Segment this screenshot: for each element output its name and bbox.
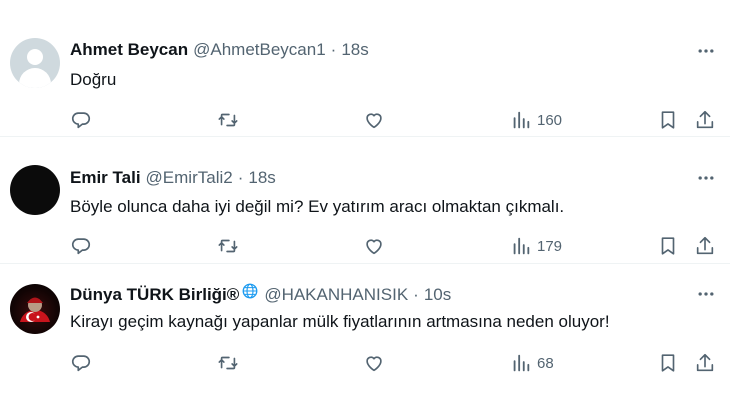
timestamp[interactable]: 18s <box>341 40 368 60</box>
retweet-icon <box>218 113 238 127</box>
tweet-text: Kirayı geçim kaynağı yapanlar mülk fiyat… <box>70 312 610 331</box>
action-bar: 179 <box>70 235 720 257</box>
avatar-body <box>19 68 51 88</box>
views-bar-chart-icon <box>513 111 530 129</box>
action-bar: 160 <box>70 109 720 131</box>
reply-icon <box>71 238 91 255</box>
share-button[interactable] <box>694 235 716 257</box>
more-dots-icon[interactable] <box>696 284 716 304</box>
reply-button[interactable] <box>70 109 92 131</box>
bookmark-icon <box>661 354 675 372</box>
views-button[interactable]: 179 <box>510 235 562 257</box>
more-dots-icon[interactable] <box>696 41 716 61</box>
share-icon <box>696 353 714 372</box>
bookmark-button[interactable] <box>657 109 679 131</box>
author-handle[interactable]: @EmirTali2 <box>146 168 233 188</box>
retweet-button[interactable] <box>217 235 239 257</box>
bookmark-button[interactable] <box>657 352 679 374</box>
tweet[interactable]: Ahmet Beycan @AhmetBeycan1 · 18s Doğru 1… <box>0 0 730 137</box>
like-button[interactable] <box>363 109 385 131</box>
tweet-header: Dünya TÜRK Birliği® @HAKANHANISIK · 10s <box>70 282 451 305</box>
timestamp[interactable]: 10s <box>424 285 451 305</box>
tweet[interactable]: Emir Tali @EmirTali2 · 18s Böyle olunca … <box>0 137 730 264</box>
timestamp[interactable]: 18s <box>248 168 275 188</box>
reply-button[interactable] <box>70 352 92 374</box>
author-name[interactable]: Dünya TÜRK Birliği® <box>70 285 239 305</box>
more-dots-icon[interactable] <box>696 168 716 188</box>
globe-icon <box>242 283 258 299</box>
action-bar: 68 <box>70 352 720 374</box>
tweet-feed: Ahmet Beycan @AhmetBeycan1 · 18s Doğru 1… <box>0 0 730 420</box>
heart-icon <box>366 113 382 129</box>
views-bar-chart-icon <box>513 237 530 255</box>
like-button[interactable] <box>363 352 385 374</box>
separator-dot: · <box>413 285 419 304</box>
tweet-header: Emir Tali @EmirTali2 · 18s <box>70 168 276 188</box>
tweet-header: Ahmet Beycan @AhmetBeycan1 · 18s <box>70 40 369 60</box>
tweet-text: Doğru <box>70 70 117 89</box>
author-handle[interactable]: @AhmetBeycan1 <box>193 40 326 60</box>
avatar[interactable] <box>10 38 60 88</box>
views-button[interactable]: 160 <box>510 109 562 131</box>
views-button[interactable]: 68 <box>510 352 554 374</box>
author-handle[interactable]: @HAKANHANISIK <box>264 285 408 305</box>
tweet-text: Böyle olunca daha iyi değil mi? Ev yatır… <box>70 197 565 216</box>
views-bar-chart-icon <box>513 354 530 372</box>
author-name[interactable]: Emir Tali <box>70 168 141 188</box>
views-count: 160 <box>537 111 563 129</box>
heart-icon <box>366 239 382 255</box>
reply-icon <box>71 112 91 129</box>
separator-dot: · <box>237 168 244 187</box>
retweet-button[interactable] <box>217 109 239 131</box>
retweet-icon <box>218 356 238 370</box>
bookmark-icon <box>661 237 675 255</box>
bookmark-icon <box>661 111 675 129</box>
share-icon <box>696 110 714 129</box>
reply-icon <box>71 355 91 372</box>
turkish-flag-avatar-image <box>20 297 50 322</box>
reply-button[interactable] <box>70 235 92 257</box>
views-count: 68 <box>537 354 554 372</box>
share-button[interactable] <box>694 109 716 131</box>
avatar[interactable] <box>10 165 60 215</box>
retweet-button[interactable] <box>217 352 239 374</box>
avatar[interactable] <box>10 284 60 334</box>
views-count: 179 <box>537 237 563 255</box>
retweet-icon <box>218 239 238 253</box>
share-button[interactable] <box>694 352 716 374</box>
bookmark-button[interactable] <box>657 235 679 257</box>
share-icon <box>696 236 714 255</box>
avatar-head <box>27 49 43 65</box>
author-name[interactable]: Ahmet Beycan <box>70 40 188 60</box>
separator-dot: · <box>330 40 337 59</box>
like-button[interactable] <box>363 235 385 257</box>
heart-icon <box>366 356 382 372</box>
tweet[interactable]: Dünya TÜRK Birliği® @HAKANHANISIK · 10s … <box>0 264 730 410</box>
